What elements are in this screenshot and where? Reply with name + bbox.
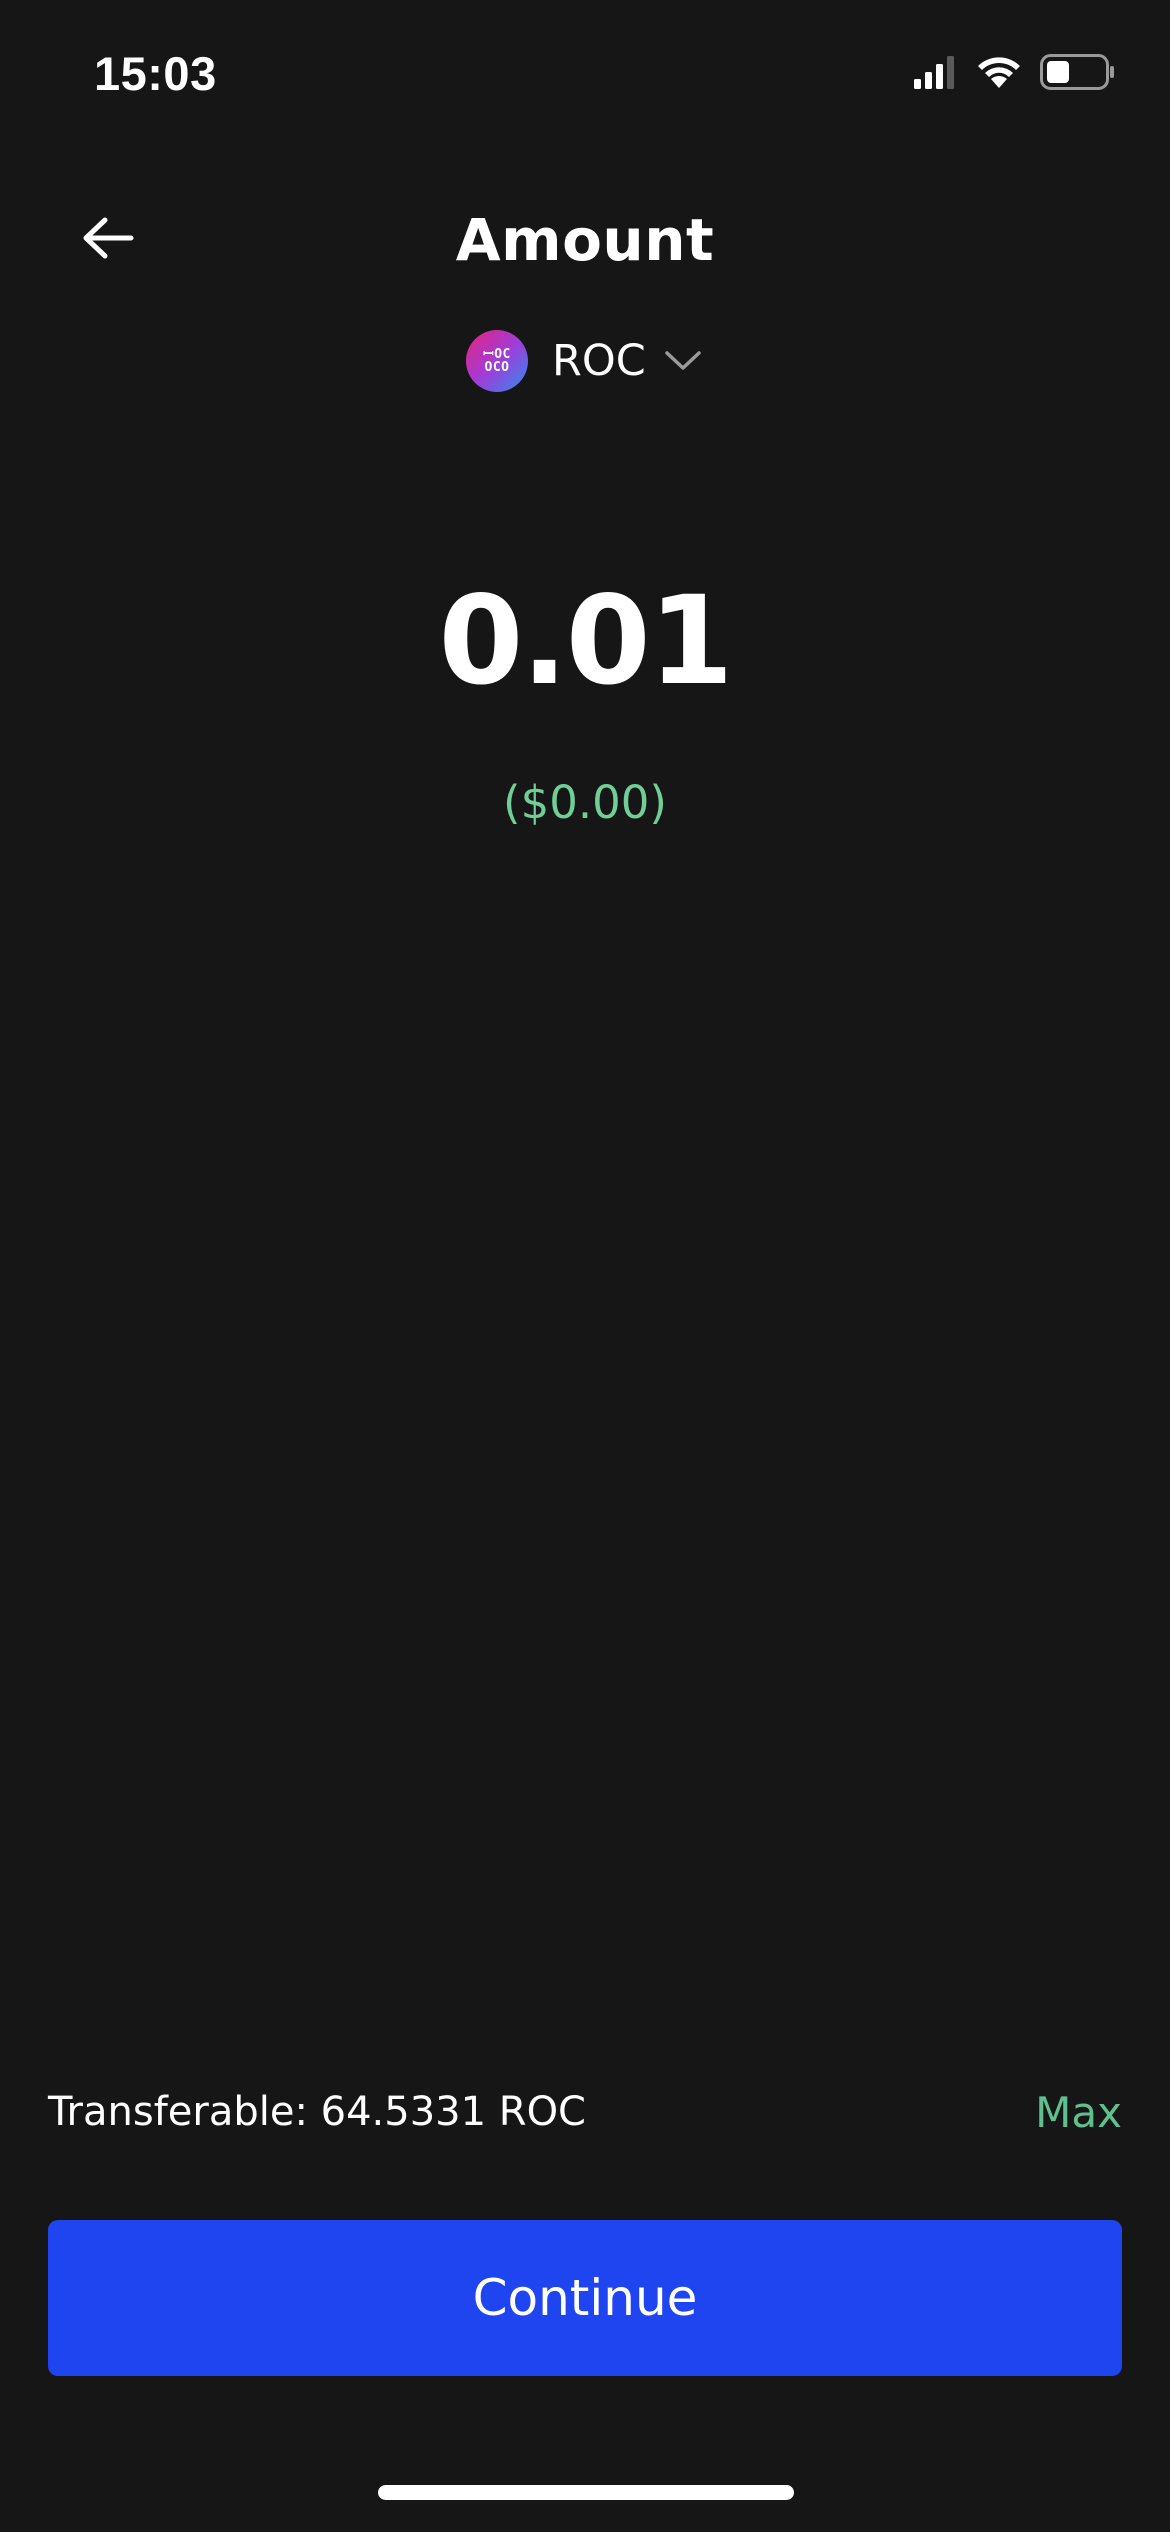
token-symbol: ROC: [552, 336, 646, 386]
status-icons: [914, 54, 1116, 94]
token-selector[interactable]: ꟷOC OCO ROC: [466, 326, 702, 396]
page-title: Amount: [455, 206, 715, 274]
transferable-balance: Transferable: 64.5331 ROC: [48, 2089, 586, 2135]
transferable-row: Transferable: 64.5331 ROC Max: [48, 2082, 1122, 2142]
amount-value[interactable]: 0.01: [0, 570, 1170, 712]
cellular-signal-icon: [914, 55, 958, 93]
token-logo: ꟷOC OCO: [466, 330, 528, 392]
battery-icon: [1040, 54, 1116, 94]
continue-button[interactable]: Continue: [48, 2220, 1122, 2376]
header: Amount: [0, 180, 1170, 300]
home-indicator[interactable]: [378, 2485, 794, 2500]
token-logo-line-2: OCO: [484, 360, 510, 375]
status-time: 15:03: [94, 47, 217, 100]
fiat-value: ($0.00): [503, 776, 667, 829]
max-button[interactable]: Max: [1035, 2088, 1122, 2137]
wifi-icon: [976, 55, 1022, 93]
chevron-down-icon: [664, 349, 702, 373]
status-bar: 15:03: [0, 0, 1170, 150]
